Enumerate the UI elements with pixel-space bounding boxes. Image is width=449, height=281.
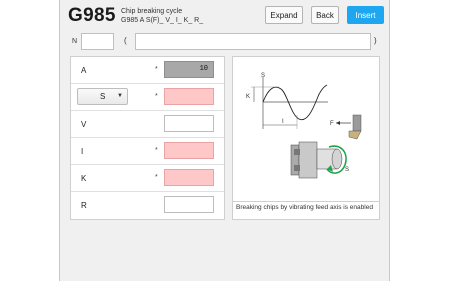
cycle-title: Chip breaking cycle G985 A S(F)_ V_ I_ K… xyxy=(121,7,203,25)
required-marker: * xyxy=(155,93,158,100)
chevron-down-icon: ▼ xyxy=(117,93,123,99)
chuck xyxy=(298,141,318,179)
parameter-list: A * 10 S ▼ * V I * K * R xyxy=(70,56,225,220)
comment-input[interactable] xyxy=(135,33,371,50)
param-label: K xyxy=(81,174,87,183)
header: G985 Chip breaking cycle G985 A S(F)_ V_… xyxy=(60,0,391,30)
cycle-code: G985 xyxy=(68,5,116,26)
required-marker: * xyxy=(155,147,158,154)
f-label: F xyxy=(330,121,334,127)
paren-open: ( xyxy=(124,36,127,45)
sine-wave xyxy=(262,84,328,121)
paren-close: ) xyxy=(374,36,377,45)
param-row-v: V xyxy=(71,111,224,138)
param-k-input[interactable] xyxy=(164,169,214,186)
cycle-syntax: G985 A S(F)_ V_ I_ K_ R_ xyxy=(121,17,204,24)
n-label: N xyxy=(72,38,78,45)
graphic-caption: Breaking chips by vibrating feed axis is… xyxy=(233,201,379,219)
param-r-input[interactable] xyxy=(164,196,214,213)
param-s-input[interactable] xyxy=(164,88,214,105)
i-label: I xyxy=(282,119,284,125)
n-input[interactable] xyxy=(81,33,114,50)
param-row-s: S ▼ * xyxy=(71,84,224,111)
param-row-a: A * 10 xyxy=(71,57,224,84)
chip-breaking-diagram: S K I F S xyxy=(246,73,362,179)
param-v-input[interactable] xyxy=(164,115,214,132)
param-label: I xyxy=(81,147,84,156)
k-label: K xyxy=(246,94,250,100)
insert-button[interactable]: Insert xyxy=(347,6,384,24)
s-f-select[interactable]: S ▼ xyxy=(77,88,128,105)
required-marker: * xyxy=(155,174,158,181)
param-label: V xyxy=(81,120,87,129)
select-value: S xyxy=(100,92,106,101)
back-button[interactable]: Back xyxy=(311,6,339,24)
param-label: A xyxy=(81,66,87,75)
spindle-s-label: S xyxy=(345,167,349,173)
expand-button[interactable]: Expand xyxy=(265,6,303,24)
cycle-name: Chip breaking cycle xyxy=(121,8,183,15)
block-number-row: N ( ) xyxy=(60,32,391,50)
help-graphic-panel: S K I F S Breaking chips by vibrating fe… xyxy=(232,56,380,220)
param-a-input[interactable]: 10 xyxy=(164,61,214,78)
param-row-r: R xyxy=(71,192,224,219)
param-row-i: I * xyxy=(71,138,224,165)
param-row-k: K * xyxy=(71,165,224,192)
cycle-dialog: G985 Chip breaking cycle G985 A S(F)_ V_… xyxy=(59,0,390,281)
required-marker: * xyxy=(155,66,158,73)
tool-holder xyxy=(352,114,362,132)
param-i-input[interactable] xyxy=(164,142,214,159)
s-axis-label: S xyxy=(261,73,265,79)
tool-insert xyxy=(348,130,362,140)
param-label: R xyxy=(81,201,87,210)
